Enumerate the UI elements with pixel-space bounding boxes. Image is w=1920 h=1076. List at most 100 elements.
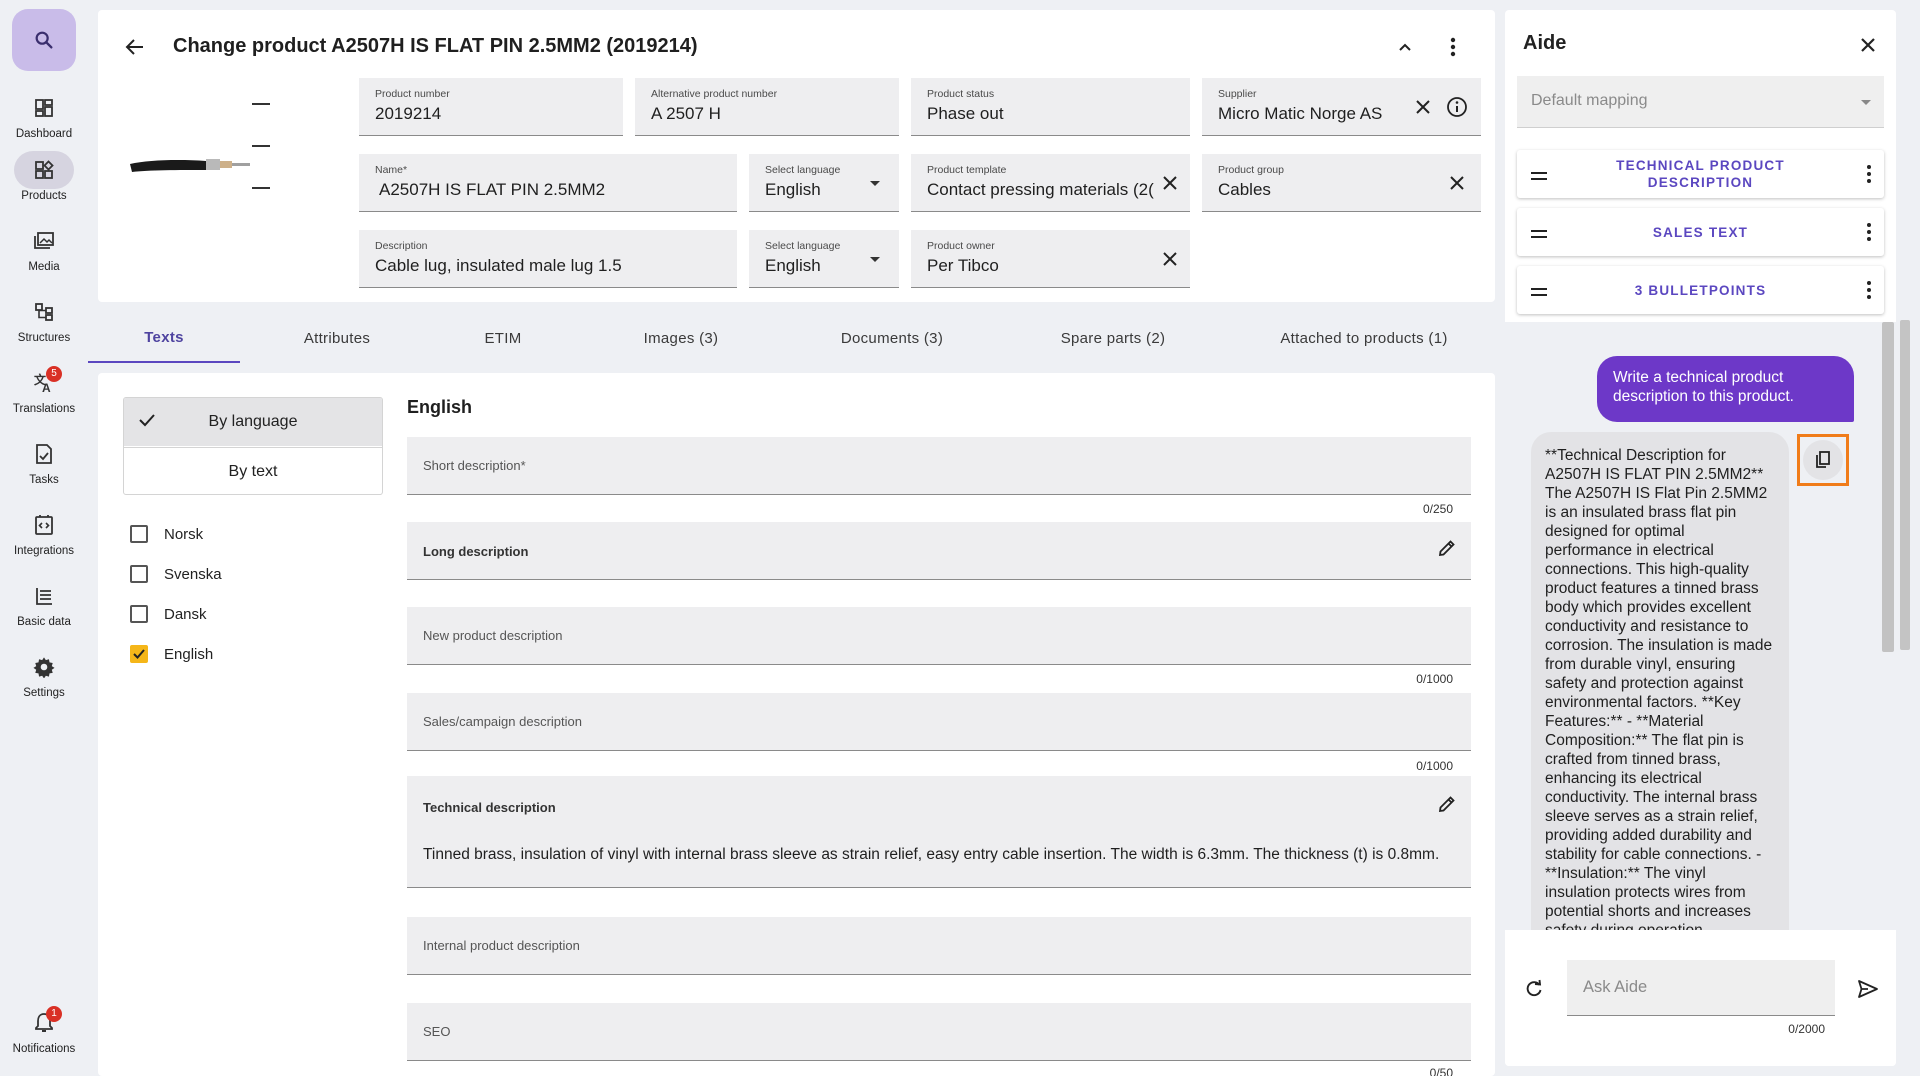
copy-button[interactable] (1797, 434, 1849, 486)
send-button[interactable] (1855, 976, 1881, 1002)
field-label: Supplier (1218, 88, 1257, 100)
description-language-select[interactable]: Select language English (749, 230, 899, 288)
tab-spare-parts[interactable]: Spare parts (2) (1023, 313, 1203, 363)
user-message: Write a technical product description to… (1597, 356, 1854, 422)
field-value: English (765, 180, 821, 199)
nav-item-media[interactable]: Media (0, 222, 88, 284)
nav-label: Integrations (13, 545, 75, 557)
product-group-field[interactable]: Product group Cables (1202, 154, 1481, 212)
preset-technical-product-description[interactable]: TECHNICAL PRODUCT DESCRIPTION (1517, 150, 1884, 198)
seo-field[interactable]: SEO (407, 1003, 1471, 1061)
preset-more-button[interactable] (1866, 164, 1872, 189)
by-text-option[interactable]: By text (124, 447, 382, 494)
side-nav: Dashboard Products Media Structures 文A 5… (0, 0, 88, 1076)
search-button[interactable] (12, 9, 76, 71)
nav-label: Translations (12, 403, 76, 415)
checkbox[interactable] (130, 525, 148, 543)
preset-more-button[interactable] (1866, 222, 1872, 247)
tab-images[interactable]: Images (3) (601, 313, 761, 363)
checkbox[interactable] (130, 565, 148, 583)
product-image[interactable] (128, 82, 308, 202)
supplier-field[interactable]: Supplier Micro Matic Norge AS (1202, 78, 1481, 136)
ai-message: **Technical Description for A2507H IS FL… (1531, 432, 1789, 930)
checkbox[interactable] (130, 645, 148, 663)
field-value: English (765, 256, 821, 275)
section-title: English (407, 397, 473, 417)
nav-item-products[interactable]: Products (0, 151, 88, 213)
field-value: A 2507 H (651, 104, 721, 123)
short-description-field[interactable]: Short description* (407, 437, 1471, 495)
nav-label: Tasks (29, 474, 59, 486)
field-label: Internal product description (423, 938, 580, 953)
aide-title: Aide (1523, 32, 1567, 54)
language-checkbox-english[interactable]: English (130, 642, 213, 666)
reset-chat-button[interactable] (1521, 976, 1547, 1002)
drag-handle-icon[interactable] (1531, 226, 1547, 244)
collapse-button[interactable] (1390, 32, 1420, 62)
alt-product-number-field[interactable]: Alternative product number A 2507 H (635, 78, 899, 136)
nav-item-tasks[interactable]: Tasks (0, 435, 88, 497)
drag-handle-icon[interactable] (1531, 284, 1547, 302)
back-button[interactable] (120, 32, 150, 62)
supplier-info-button[interactable] (1444, 94, 1470, 120)
tab-attributes[interactable]: Attributes (262, 313, 412, 363)
technical-description-field[interactable]: Technical description Tinned brass, insu… (407, 776, 1471, 888)
integrations-icon (35, 515, 53, 535)
nav-item-dashboard[interactable]: Dashboard (0, 89, 88, 151)
clear-template-button[interactable] (1157, 170, 1183, 196)
chat-scrollbar[interactable] (1882, 322, 1894, 652)
nav-item-settings[interactable]: Settings (0, 648, 88, 710)
clear-group-button[interactable] (1444, 170, 1470, 196)
ask-aide-input[interactable] (1567, 960, 1835, 1015)
more-options-button[interactable] (1438, 32, 1468, 62)
nav-label: Notifications (12, 1043, 76, 1055)
preset-more-button[interactable] (1866, 280, 1872, 305)
nav-item-notifications[interactable]: 1 Notifications (0, 1004, 88, 1066)
ask-aide-field[interactable] (1567, 960, 1835, 1016)
tab-texts[interactable]: Texts (88, 313, 240, 363)
checkbox[interactable] (130, 605, 148, 623)
sales-campaign-description-field[interactable]: Sales/campaign description (407, 693, 1471, 751)
language-label: Norsk (164, 525, 204, 543)
language-label: Svenska (164, 565, 222, 583)
language-checkbox-norsk[interactable]: Norsk (130, 522, 203, 546)
field-label: Alternative product number (651, 88, 778, 100)
language-label: English (164, 645, 214, 663)
arrow-left-icon (125, 39, 143, 55)
name-language-select[interactable]: Select language English (749, 154, 899, 212)
tab-documents[interactable]: Documents (3) (802, 313, 982, 363)
nav-item-integrations[interactable]: Integrations (0, 506, 88, 568)
chat-area[interactable]: Write a technical product description to… (1505, 322, 1896, 930)
clear-owner-button[interactable] (1157, 246, 1183, 272)
name-field[interactable]: Name* A2507H IS FLAT PIN 2.5MM2 (359, 154, 737, 212)
drag-handle-icon[interactable] (1531, 168, 1547, 186)
clear-supplier-button[interactable] (1410, 94, 1436, 120)
close-aide-button[interactable] (1853, 30, 1883, 60)
preset-label: 3 BULLETPOINTS (1634, 282, 1767, 298)
product-owner-field[interactable]: Product owner Per Tibco (911, 230, 1190, 288)
by-language-option[interactable]: By language (124, 398, 382, 446)
nav-item-basic-data[interactable]: Basic data (0, 577, 88, 639)
more-vert-icon (1867, 281, 1871, 299)
product-template-field[interactable]: Product template Contact pressing materi… (911, 154, 1190, 212)
description-field[interactable]: Description Cable lug, insulated male lu… (359, 230, 737, 288)
product-status-field[interactable]: Product status Phase out (911, 78, 1190, 136)
copy-icon (1816, 451, 1830, 468)
preset-sales-text[interactable]: SALES TEXT (1517, 208, 1884, 256)
long-description-field[interactable]: Long description (407, 522, 1471, 580)
preset-3-bulletpoints[interactable]: 3 BULLETPOINTS (1517, 266, 1884, 314)
language-checkbox-dansk[interactable]: Dansk (130, 602, 207, 626)
language-checkbox-svenska[interactable]: Svenska (130, 562, 222, 586)
tab-etim[interactable]: ETIM (443, 313, 563, 363)
edit-long-description-button[interactable] (1437, 538, 1457, 563)
nav-item-structures[interactable]: Structures (0, 293, 88, 355)
new-product-description-field[interactable]: New product description (407, 607, 1471, 665)
page-scrollbar[interactable] (1900, 320, 1910, 650)
tab-attached-to-products[interactable]: Attached to products (1) (1251, 313, 1477, 363)
product-number-field[interactable]: Product number 2019214 (359, 78, 623, 136)
edit-technical-description-button[interactable] (1437, 794, 1457, 819)
close-icon (1450, 176, 1464, 190)
mapping-select[interactable]: Default mapping (1517, 76, 1884, 128)
internal-product-description-field[interactable]: Internal product description (407, 917, 1471, 975)
nav-item-translations[interactable]: 文A 5 Translations (0, 364, 88, 426)
